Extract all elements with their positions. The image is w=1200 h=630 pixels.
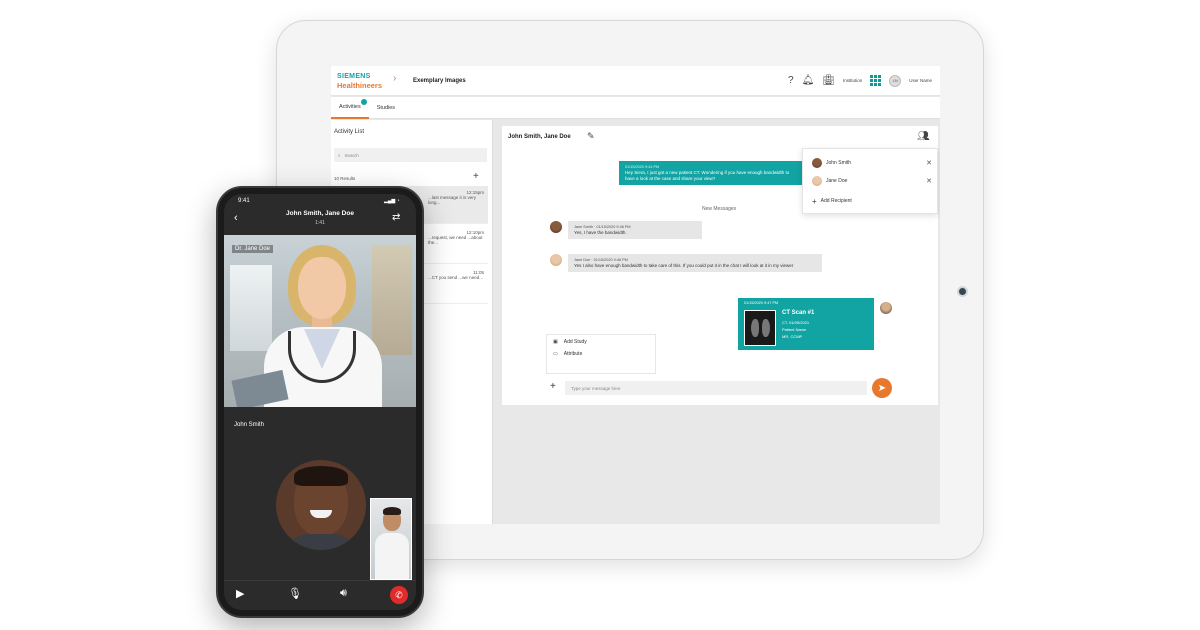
- avatar: [550, 254, 562, 266]
- main-caller-name: Dr. Jane Doe: [232, 245, 274, 253]
- avatar: [812, 176, 822, 186]
- institution-label[interactable]: Institution: [843, 78, 862, 83]
- send-arrow-icon: ➤: [877, 382, 887, 394]
- outgoing-message: 01/15/2020 9:44 PM Hey Siera, I just got…: [619, 161, 804, 185]
- send-button[interactable]: ➤: [872, 378, 892, 398]
- activity-list-title: Activity List: [334, 129, 365, 135]
- search-icon: ⌕: [338, 152, 341, 158]
- siemens-healthineers-logo: SIEMENS Healthineers ›: [337, 72, 397, 90]
- notification-bell-icon[interactable]: 🔔︎: [802, 75, 815, 86]
- add-attachment-icon[interactable]: +: [550, 381, 556, 392]
- activity-search-input[interactable]: ⌕ Search: [334, 148, 487, 162]
- avatar: [812, 158, 822, 168]
- help-icon[interactable]: ?: [788, 75, 794, 86]
- logo-arrow-icon: ›: [393, 72, 397, 84]
- app-title: Exemplary Images: [413, 77, 466, 84]
- mute-microphone-icon[interactable]: 🎙︎: [288, 587, 302, 600]
- plus-icon: +: [812, 196, 817, 206]
- top-bar: SIEMENS Healthineers › Exemplary Images …: [331, 66, 940, 96]
- remove-participant-icon[interactable]: ✕: [926, 159, 932, 167]
- message-input[interactable]: Type your message here: [565, 381, 867, 395]
- participants-popover: John Smith ✕ Jane Doe ✕ + Add Recipient: [802, 148, 938, 214]
- participant-row: Jane Doe ✕: [812, 173, 932, 189]
- results-count: 10 Results: [334, 176, 356, 181]
- add-recipient-button[interactable]: + Add Recipient: [812, 193, 932, 209]
- ct-scan-thumbnail: [744, 310, 776, 346]
- new-messages-divider: New Messages: [702, 206, 737, 212]
- remove-participant-icon[interactable]: ✕: [926, 177, 932, 185]
- video-camera-icon[interactable]: ▶︎: [236, 587, 244, 600]
- user-name[interactable]: User Name: [909, 78, 932, 83]
- attribute-icon: ▭: [553, 351, 558, 357]
- incoming-message: Jane Doe · 01/15/2020 9:46 PM Yes I also…: [568, 254, 822, 272]
- tab-studies[interactable]: Studies: [369, 97, 403, 119]
- phone-screen: 9:41 ▂▄▆ ◔ ‹ John Smith, Jane Doe 1:41 ⇄…: [224, 194, 416, 610]
- participant-row: John Smith ✕: [812, 155, 932, 171]
- tab-bar: Activities Studies: [331, 97, 940, 119]
- edit-pencil-icon[interactable]: ✎: [587, 131, 595, 142]
- status-signal-icon: ▂▄▆ ◔: [384, 198, 400, 204]
- chat-participants-title: John Smith, Jane Doe: [508, 134, 571, 140]
- participants-icon[interactable]: 👥︎: [917, 131, 930, 142]
- call-title: John Smith, Jane Doe: [286, 210, 354, 217]
- phone-hangup-icon: ✆: [395, 589, 403, 600]
- add-activity-icon[interactable]: +: [473, 171, 479, 182]
- status-time: 9:41: [238, 198, 250, 204]
- hang-up-button[interactable]: ✆: [390, 586, 408, 604]
- main-video-feed: Dr. Jane Doe: [224, 235, 416, 407]
- institution-icon[interactable]: 🏥︎: [822, 75, 835, 86]
- notification-dot: [360, 99, 367, 105]
- second-caller-video: [276, 460, 366, 550]
- study-icon: ▣: [553, 339, 558, 345]
- incoming-message: Jane Smith · 01/15/2020 9:46 PM Yes, I h…: [568, 221, 702, 239]
- user-avatar[interactable]: LN: [889, 74, 902, 87]
- attribute-menu-item[interactable]: ▭ Attribute: [547, 347, 655, 359]
- second-caller-name: John Smith: [234, 422, 265, 428]
- attachment-menu: ▣ Add Study ▭ Attribute: [546, 334, 656, 374]
- ct-scan-attachment[interactable]: 01/15/2020 9:47 PM CT Scan #1 CT, 01/05/…: [738, 298, 874, 350]
- call-controls: ▶︎ 🎙︎ 🔊︎: [224, 580, 416, 610]
- tab-activities[interactable]: Activities: [331, 97, 369, 119]
- add-study-menu-item[interactable]: ▣ Add Study: [547, 335, 655, 347]
- self-view-video[interactable]: [370, 498, 412, 580]
- call-duration: 1:41: [315, 220, 325, 226]
- speaker-icon[interactable]: 🔊︎: [340, 587, 347, 600]
- avatar: [880, 302, 892, 314]
- avatar: [550, 221, 562, 233]
- switch-camera-icon[interactable]: ⇄: [392, 212, 400, 223]
- tablet-home-button[interactable]: [957, 286, 968, 297]
- app-grid-icon[interactable]: [870, 75, 882, 86]
